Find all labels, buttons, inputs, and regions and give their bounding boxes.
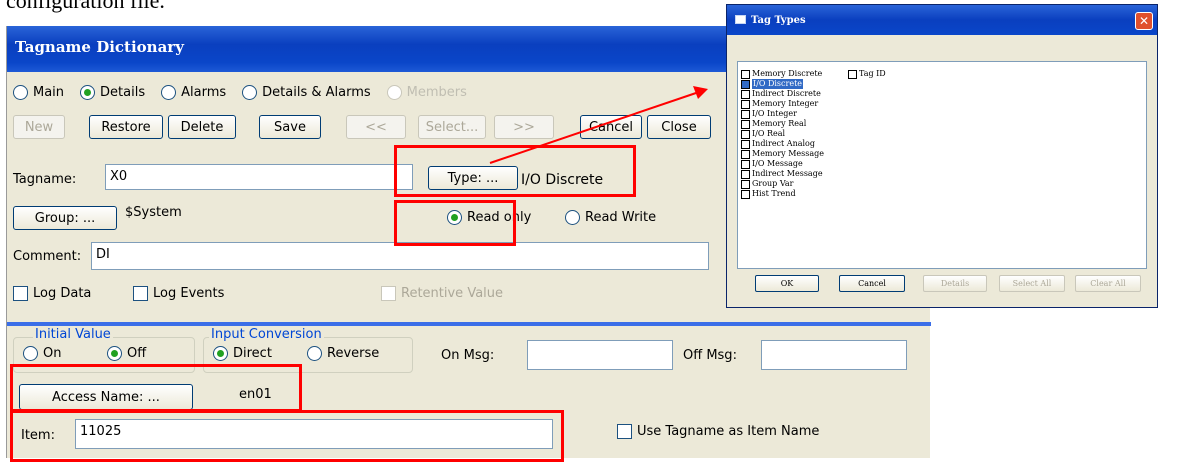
checkbox-icon[interactable] [741, 159, 750, 169]
tag-type-item[interactable]: I/O Discrete [741, 79, 804, 89]
tag-type-item[interactable]: Memory Message [741, 149, 824, 159]
tag-type-label: Hist Trend [752, 189, 796, 198]
checkbox-icon[interactable] [741, 89, 750, 99]
ok-button[interactable]: OK [755, 275, 819, 292]
tag-type-label: Memory Message [752, 149, 824, 158]
tag-types-dialog: Tag Types ✕ Memory Discrete I/O Discrete I… [726, 4, 1158, 308]
tag-type-label: Indirect Analog [752, 139, 815, 148]
tag-type-item[interactable]: Memory Discrete [741, 69, 822, 79]
select-all-button[interactable]: Select All [999, 275, 1065, 292]
tag-type-item[interactable]: Indirect Discrete [741, 89, 821, 99]
checkbox-icon[interactable] [741, 179, 750, 189]
checkbox-icon[interactable] [741, 109, 750, 119]
tag-type-label: I/O Discrete [752, 79, 804, 89]
window-icon [735, 15, 746, 24]
checkbox-icon[interactable] [741, 169, 750, 179]
tag-type-item[interactable]: Memory Real [741, 119, 806, 129]
tag-type-item[interactable]: Hist Trend [741, 189, 796, 199]
details-button[interactable]: Details [923, 275, 987, 292]
checkbox-icon[interactable] [741, 99, 750, 109]
tag-type-label: Group Var [752, 179, 794, 188]
tag-types-title-bar: Tag Types [727, 5, 1157, 35]
checkbox-icon[interactable] [848, 69, 857, 79]
tag-types-title: Tag Types [751, 14, 806, 26]
tag-type-item[interactable]: Group Var [741, 179, 793, 189]
tag-type-label: Indirect Discrete [752, 89, 821, 98]
tag-type-label: Memory Integer [752, 99, 819, 108]
tag-types-cancel-button[interactable]: Cancel [839, 275, 905, 292]
checkbox-icon[interactable] [741, 119, 750, 129]
tag-type-item[interactable]: I/O Message [741, 159, 803, 169]
tag-types-list[interactable]: Memory Discrete I/O Discrete Indirect Disc… [737, 61, 1147, 269]
tag-type-label: I/O Message [752, 159, 803, 168]
tag-type-label: Indirect Message [752, 169, 823, 178]
checkbox-icon[interactable] [741, 139, 750, 149]
checkbox-icon[interactable] [741, 79, 750, 89]
checkbox-icon[interactable] [741, 69, 750, 79]
clear-all-button[interactable]: Clear All [1075, 275, 1141, 292]
tag-type-label: I/O Integer [752, 109, 797, 118]
tag-type-item[interactable]: I/O Real [741, 129, 785, 139]
tag-type-label: Memory Real [752, 119, 807, 128]
tag-type-item[interactable]: Indirect Analog [741, 139, 815, 149]
tag-type-label: I/O Real [752, 129, 786, 138]
checkbox-icon[interactable] [741, 129, 750, 139]
tag-type-label: Tag ID [859, 69, 886, 78]
tag-type-item[interactable]: I/O Integer [741, 109, 797, 119]
checkbox-icon[interactable] [741, 149, 750, 159]
tag-type-item[interactable]: Tag ID [848, 69, 886, 79]
tag-type-item[interactable]: Memory Integer [741, 99, 818, 109]
tag-type-item[interactable]: Indirect Message [741, 169, 823, 179]
checkbox-icon[interactable] [741, 189, 750, 199]
close-icon[interactable]: ✕ [1135, 12, 1153, 30]
tag-type-label: Memory Discrete [752, 69, 823, 78]
